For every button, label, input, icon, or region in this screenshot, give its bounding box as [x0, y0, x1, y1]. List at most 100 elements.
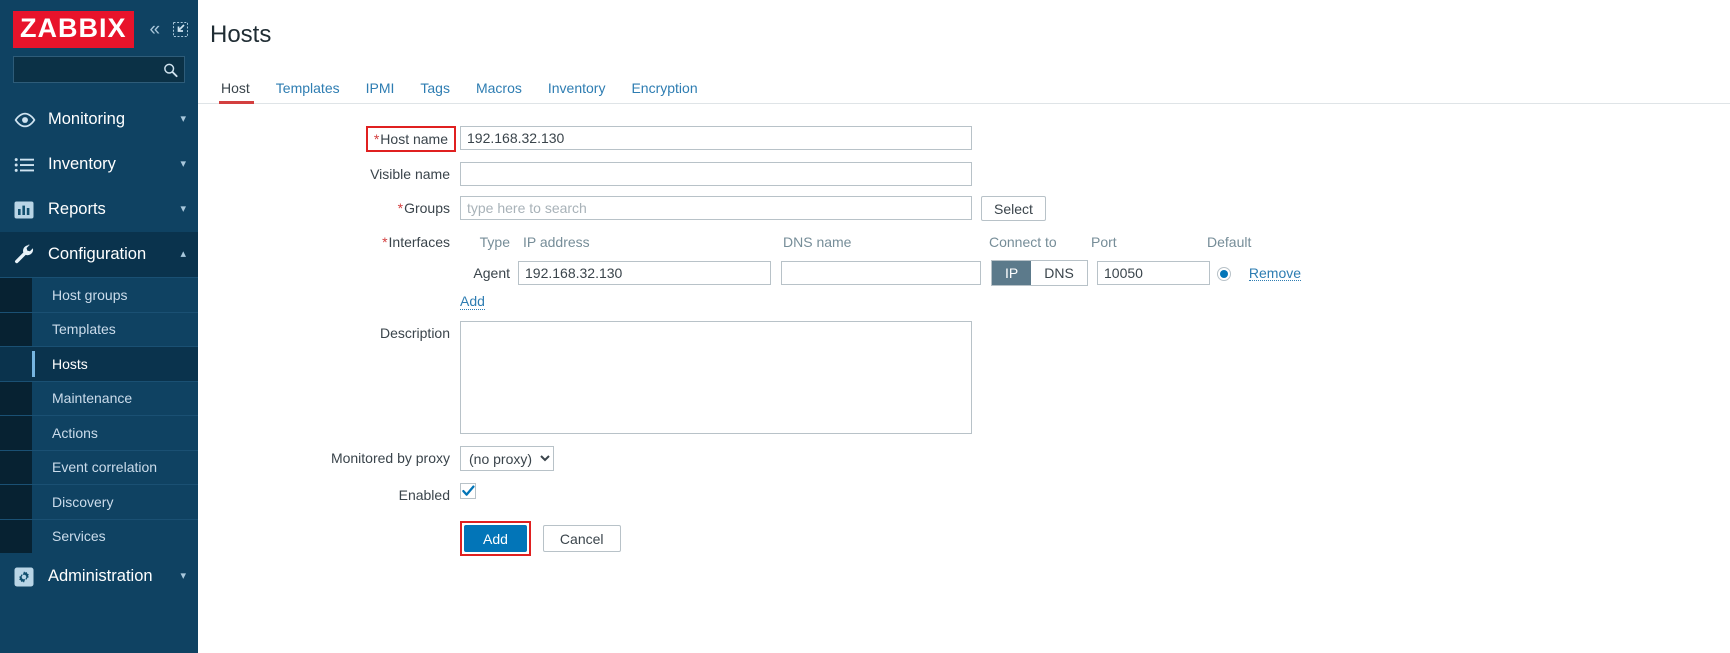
sidebar-item-discovery[interactable]: Discovery: [0, 484, 198, 519]
sidebar-item-maintenance[interactable]: Maintenance: [0, 380, 198, 416]
field-row-host-name: *Host name: [198, 126, 1730, 152]
column-header-port: Port: [1091, 234, 1117, 250]
tab-label: Inventory: [547, 80, 606, 96]
chevron-down-icon[interactable]: ▾: [180, 114, 186, 125]
interface-ip-cell: [518, 261, 776, 285]
monitored-by-proxy-select[interactable]: (no proxy): [460, 446, 554, 471]
tab-macros[interactable]: Macros: [463, 81, 535, 103]
field-row-groups: *Groups Select: [198, 196, 1730, 221]
chevron-down-icon[interactable]: ▾: [180, 159, 186, 170]
tab-encryption[interactable]: Encryption: [618, 81, 710, 103]
sidebar-item-event-correlation[interactable]: Event correlation: [0, 449, 198, 485]
sidebar-subitem-label: Discovery: [52, 493, 114, 510]
sidebar-subitem-label: Host groups: [52, 286, 128, 303]
host-name-input[interactable]: [460, 126, 972, 150]
chevrons-left-icon[interactable]: «: [150, 20, 161, 39]
interface-connect-to-cell: IP DNS: [991, 260, 1096, 286]
interfaces-add-link[interactable]: Add: [460, 293, 485, 310]
tab-ipmi[interactable]: IPMI: [353, 81, 408, 103]
tab-tags[interactable]: Tags: [407, 81, 463, 103]
column-header-default: Default: [1207, 234, 1252, 250]
interface-default-radio[interactable]: [1217, 267, 1231, 282]
connect-to-dns-button[interactable]: DNS: [1031, 261, 1087, 285]
connect-to-ip-button[interactable]: IP: [992, 261, 1032, 285]
sidebar-subitem-label: Hosts: [52, 355, 88, 372]
sidebar-item-monitoring[interactable]: Monitoring ▾: [0, 97, 198, 142]
groups-select-button[interactable]: Select: [981, 196, 1046, 221]
groups-input[interactable]: [460, 196, 972, 220]
tab-host[interactable]: Host: [210, 81, 263, 104]
description-label: Description: [379, 325, 450, 341]
sidebar-item-hosts[interactable]: Hosts: [0, 346, 198, 381]
search-box[interactable]: [13, 56, 198, 83]
sidebar-item-label: Inventory: [48, 155, 116, 173]
sidebar-subitem-label: Event correlation: [52, 459, 158, 476]
gear-icon: [14, 567, 40, 587]
enabled-label: Enabled: [398, 487, 450, 503]
host-name-label-highlight: *Host name: [365, 126, 456, 152]
interface-dns-input[interactable]: [781, 261, 981, 285]
sidebar-item-label: Reports: [48, 200, 106, 218]
sidebar-subitem-label: Maintenance: [52, 390, 133, 407]
enabled-checkbox[interactable]: [460, 483, 476, 499]
chevron-up-icon[interactable]: ▴: [180, 249, 186, 260]
sidebar-item-label: Configuration: [48, 245, 147, 263]
chevron-down-icon[interactable]: ▾: [180, 204, 186, 215]
sidebar-nav: Monitoring ▾ Inventory ▾ Reports ▾ Confi…: [0, 97, 198, 653]
interface-type: Agent: [473, 265, 510, 281]
main-content: Hosts Host Templates IPMI Tags Macros In…: [198, 0, 1730, 653]
interface-row: Agent IP DNS: [460, 260, 1337, 286]
page-header: Hosts: [198, 0, 1730, 70]
host-name-label: Host name: [380, 131, 448, 147]
interfaces-add-row: Add: [460, 293, 1337, 310]
interfaces-table-header: Type IP address DNS name Connect to Port…: [460, 231, 1337, 253]
column-header-dns-name: DNS name: [783, 234, 852, 250]
search-icon[interactable]: [163, 62, 178, 77]
bar-chart-icon: [14, 200, 40, 220]
sidebar-submenu-configuration: Host groups Templates Hosts Maintenance …: [0, 277, 198, 553]
actions-label-spacer: [198, 521, 460, 545]
field-row-monitored-by-proxy: Monitored by proxy (no proxy): [198, 446, 1730, 471]
tab-label: Encryption: [631, 80, 698, 96]
page-title: Hosts: [210, 21, 272, 48]
sidebar-item-templates[interactable]: Templates: [0, 311, 198, 347]
add-button[interactable]: Add: [464, 525, 527, 552]
tab-inventory[interactable]: Inventory: [535, 81, 619, 103]
zabbix-app: ZABBIX « Monitoring ▾ Inventory ▾ Report…: [0, 0, 1730, 653]
column-header-connect-to: Connect to: [989, 234, 1057, 250]
form-actions: Add Cancel: [460, 521, 621, 556]
sidebar-item-inventory[interactable]: Inventory ▾: [0, 142, 198, 187]
monitored-by-proxy-label: Monitored by proxy: [330, 450, 450, 466]
sidebar-item-label: Monitoring: [48, 110, 126, 128]
visible-name-input[interactable]: [460, 162, 972, 186]
sidebar-item-host-groups[interactable]: Host groups: [0, 277, 198, 312]
tab-label: IPMI: [365, 80, 395, 96]
interfaces-table: Type IP address DNS name Connect to Port…: [460, 231, 1337, 310]
sidebar-subitem-label: Services: [52, 528, 106, 545]
field-row-visible-name: Visible name: [198, 162, 1730, 186]
sidebar-item-services[interactable]: Services: [0, 518, 198, 554]
sidebar-item-reports[interactable]: Reports ▾: [0, 187, 198, 232]
sidebar-item-label: Administration: [48, 567, 153, 585]
cancel-button[interactable]: Cancel: [542, 525, 621, 552]
interface-port-cell: [1097, 261, 1212, 285]
interface-port-input[interactable]: [1097, 261, 1210, 285]
chevron-down-icon[interactable]: ▾: [180, 571, 186, 582]
interface-ip-input[interactable]: [518, 261, 771, 285]
description-textarea[interactable]: [460, 321, 972, 434]
interface-dns-cell: [781, 261, 986, 285]
zabbix-logo: ZABBIX: [13, 10, 134, 48]
sidebar-item-actions[interactable]: Actions: [0, 415, 198, 450]
sidebar-item-administration[interactable]: Administration ▾: [0, 554, 198, 599]
required-marker: *: [373, 131, 380, 147]
tab-templates[interactable]: Templates: [263, 81, 353, 103]
interface-default-cell: Remove: [1217, 265, 1337, 282]
list-icon: [14, 157, 40, 173]
sidebar-item-configuration[interactable]: Configuration ▴: [0, 232, 198, 277]
collapse-sidebar-icon[interactable]: [173, 21, 189, 37]
required-marker: *: [397, 200, 404, 216]
tab-label: Macros: [475, 80, 522, 96]
eye-icon: [14, 112, 40, 128]
wrench-icon: [14, 244, 40, 265]
interface-remove-link[interactable]: Remove: [1248, 266, 1302, 281]
